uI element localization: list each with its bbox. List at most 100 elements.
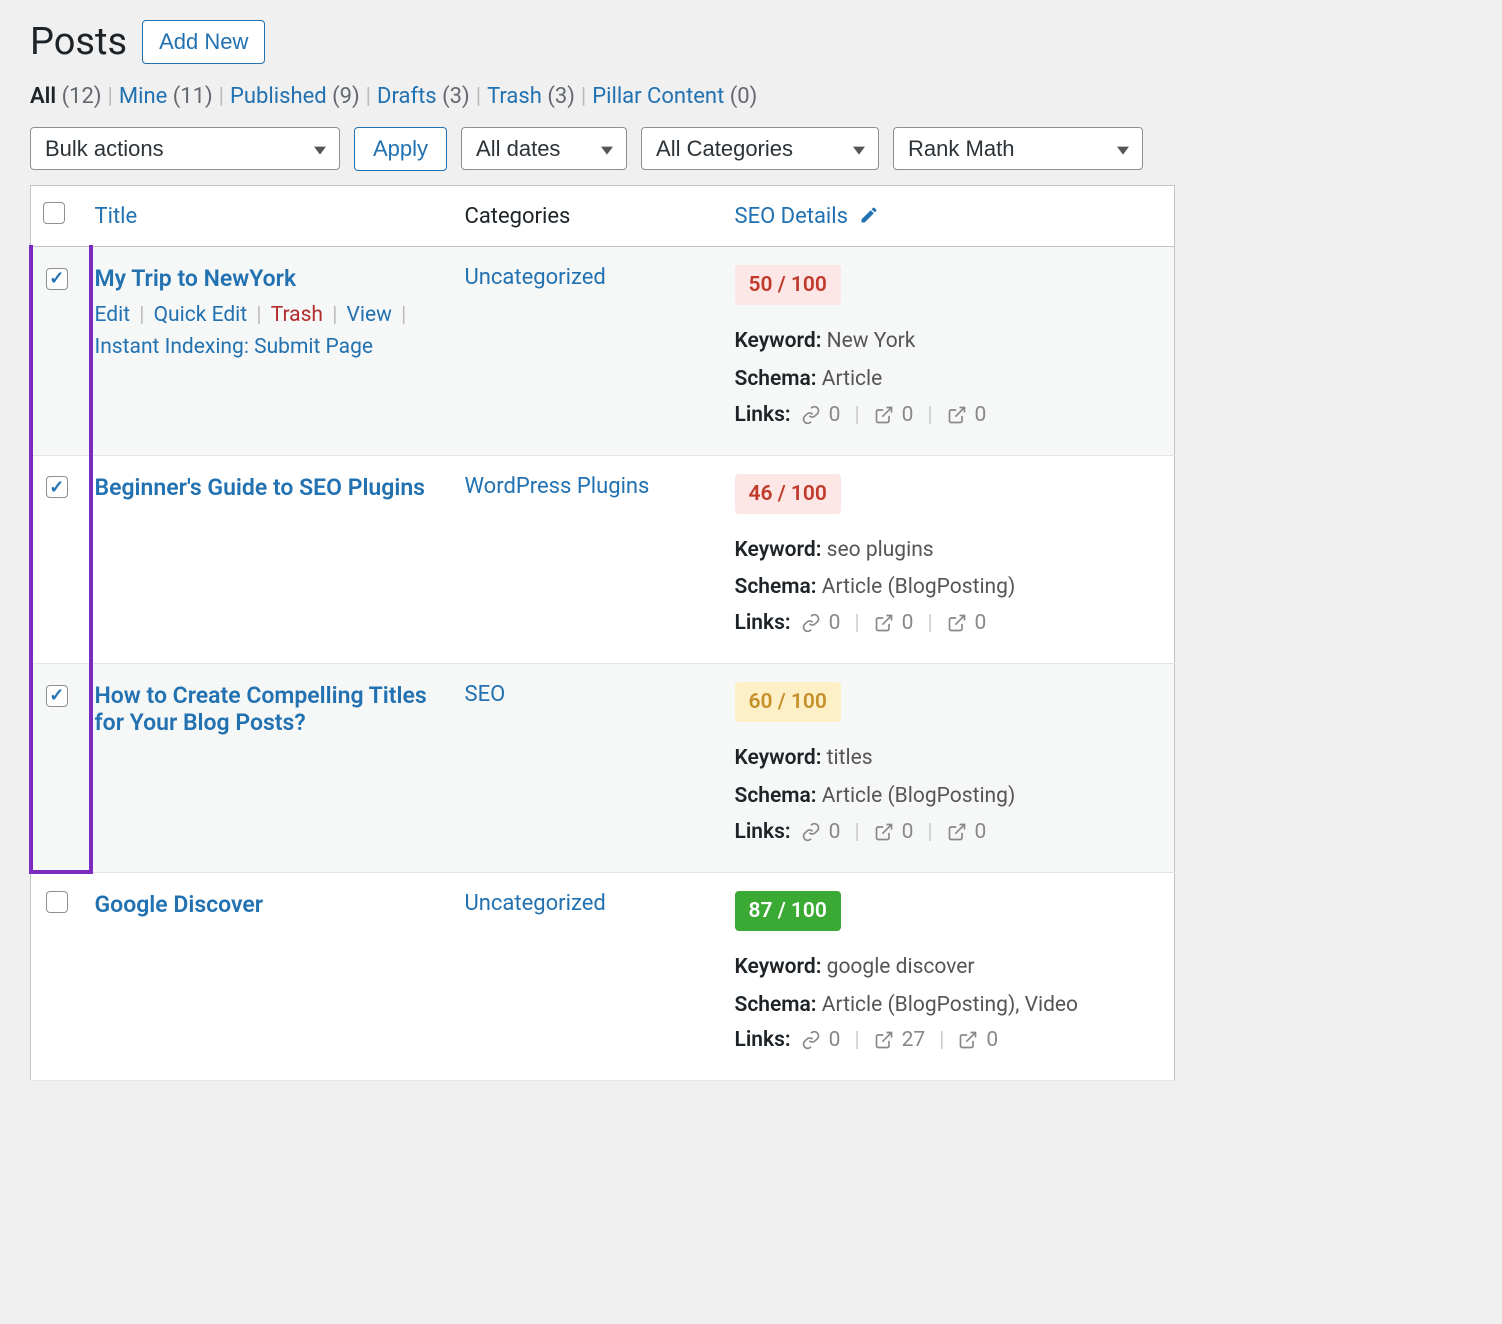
seo-links: Links: 0| 0| 0 xyxy=(735,611,1163,635)
incoming-links: 0 xyxy=(975,403,987,427)
schema-value: Article (BlogPosting) xyxy=(822,575,1016,599)
post-title-link[interactable]: My Trip to NewYork xyxy=(95,265,441,292)
incoming-link-icon xyxy=(958,1030,978,1050)
category-link[interactable]: Uncategorized xyxy=(465,891,606,916)
column-categories: Categories xyxy=(453,186,723,247)
keyword-label: Keyword: xyxy=(735,538,822,562)
seo-score-badge: 50 / 100 xyxy=(735,265,841,305)
schema-label: Schema: xyxy=(735,993,817,1017)
keyword-label: Keyword: xyxy=(735,329,822,353)
pencil-icon xyxy=(859,205,879,225)
seo-meta: Keyword: New York Schema: Article xyxy=(735,323,1163,399)
schema-label: Schema: xyxy=(735,367,817,391)
keyword-value: google discover xyxy=(827,955,975,979)
link-icon xyxy=(801,1030,821,1050)
external-link-icon xyxy=(874,613,894,633)
category-link[interactable]: SEO xyxy=(465,682,506,707)
external-link-icon xyxy=(874,1030,894,1050)
incoming-links: 0 xyxy=(975,820,987,844)
filter-count: (3) xyxy=(442,84,470,109)
incoming-link-icon xyxy=(947,613,967,633)
table-row: How to Create Compelling Titles for Your… xyxy=(31,664,1175,873)
seo-meta: Keyword: google discover Schema: Article … xyxy=(735,949,1163,1025)
filter-count: (0) xyxy=(730,84,758,109)
action-instant[interactable]: Instant Indexing: Submit Page xyxy=(95,335,374,359)
filter-all[interactable]: All xyxy=(30,84,62,109)
filter-published[interactable]: Published xyxy=(230,84,332,109)
external-links: 27 xyxy=(902,1028,926,1052)
link-icon xyxy=(801,405,821,425)
schema-label: Schema: xyxy=(735,575,817,599)
internal-links: 0 xyxy=(829,403,841,427)
keyword-label: Keyword: xyxy=(735,746,822,770)
row-checkbox[interactable] xyxy=(46,685,68,707)
keyword-value: titles xyxy=(827,746,873,770)
row-checkbox[interactable] xyxy=(46,891,68,913)
bulk-actions-select[interactable]: Bulk actions xyxy=(30,127,340,170)
filter-count: (12) xyxy=(62,84,102,109)
row-checkbox[interactable] xyxy=(46,268,68,290)
incoming-link-icon xyxy=(947,822,967,842)
external-links: 0 xyxy=(902,820,914,844)
seo-score-badge: 87 / 100 xyxy=(735,891,841,931)
seo-meta: Keyword: seo plugins Schema: Article (Blo… xyxy=(735,532,1163,608)
seo-links: Links: 0| 27| 0 xyxy=(735,1028,1163,1052)
rankmath-select[interactable]: Rank Math xyxy=(893,127,1143,170)
column-seo[interactable]: SEO Details xyxy=(723,186,1175,247)
post-title-link[interactable]: Beginner's Guide to SEO Plugins xyxy=(95,474,441,501)
action-view[interactable]: View xyxy=(347,303,392,327)
seo-meta: Keyword: titles Schema: Article (BlogPost… xyxy=(735,740,1163,816)
category-link[interactable]: WordPress Plugins xyxy=(465,474,650,499)
filter-count: (3) xyxy=(547,84,575,109)
keyword-value: New York xyxy=(827,329,916,353)
table-row: My Trip to NewYork Edit | Quick Edit | Tr… xyxy=(31,247,1175,456)
seo-score-badge: 60 / 100 xyxy=(735,682,841,722)
add-new-button[interactable]: Add New xyxy=(142,20,265,64)
dates-select[interactable]: All dates xyxy=(461,127,627,170)
external-link-icon xyxy=(874,822,894,842)
link-icon xyxy=(801,822,821,842)
schema-value: Article (BlogPosting), Video xyxy=(822,993,1078,1017)
filter-trash[interactable]: Trash xyxy=(487,84,547,109)
schema-value: Article xyxy=(822,367,883,391)
external-links: 0 xyxy=(902,403,914,427)
incoming-link-icon xyxy=(947,405,967,425)
filter-pillar-content[interactable]: Pillar Content xyxy=(592,84,730,109)
schema-value: Article (BlogPosting) xyxy=(822,784,1016,808)
filter-count: (9) xyxy=(332,84,360,109)
posts-table: Title Categories SEO Details My Trip to … xyxy=(30,185,1175,1081)
apply-button[interactable]: Apply xyxy=(354,127,447,171)
external-links: 0 xyxy=(902,611,914,635)
toolbar: Bulk actions Apply All dates All Categor… xyxy=(30,127,1175,171)
internal-links: 0 xyxy=(829,1028,841,1052)
categories-select[interactable]: All Categories xyxy=(641,127,879,170)
row-checkbox[interactable] xyxy=(46,476,68,498)
incoming-links: 0 xyxy=(975,611,987,635)
seo-links: Links: 0| 0| 0 xyxy=(735,820,1163,844)
page-title: Posts xyxy=(30,20,127,64)
internal-links: 0 xyxy=(829,820,841,844)
action-edit[interactable]: Edit xyxy=(95,303,131,327)
action-quick[interactable]: Quick Edit xyxy=(154,303,248,327)
external-link-icon xyxy=(874,405,894,425)
filter-drafts[interactable]: Drafts xyxy=(377,84,442,109)
category-link[interactable]: Uncategorized xyxy=(465,265,606,290)
table-row: Beginner's Guide to SEO Plugins WordPress… xyxy=(31,455,1175,664)
seo-links: Links: 0| 0| 0 xyxy=(735,403,1163,427)
incoming-links: 0 xyxy=(986,1028,998,1052)
keyword-value: seo plugins xyxy=(827,538,934,562)
filter-tabs: All (12)|Mine (11)|Published (9)|Drafts … xyxy=(30,84,1175,109)
post-title-link[interactable]: How to Create Compelling Titles for Your… xyxy=(95,682,441,736)
row-actions: Edit | Quick Edit | Trash | View | Insta… xyxy=(95,300,441,363)
table-row: Google Discover Uncategorized 87 / 100 Keyw… xyxy=(31,872,1175,1081)
filter-mine[interactable]: Mine xyxy=(119,84,173,109)
action-trash[interactable]: Trash xyxy=(271,303,323,327)
filter-count: (11) xyxy=(173,84,213,109)
post-title-link[interactable]: Google Discover xyxy=(95,891,441,918)
schema-label: Schema: xyxy=(735,784,817,808)
internal-links: 0 xyxy=(829,611,841,635)
column-title[interactable]: Title xyxy=(95,204,138,229)
select-all-checkbox[interactable] xyxy=(43,202,65,224)
keyword-label: Keyword: xyxy=(735,955,822,979)
seo-score-badge: 46 / 100 xyxy=(735,474,841,514)
